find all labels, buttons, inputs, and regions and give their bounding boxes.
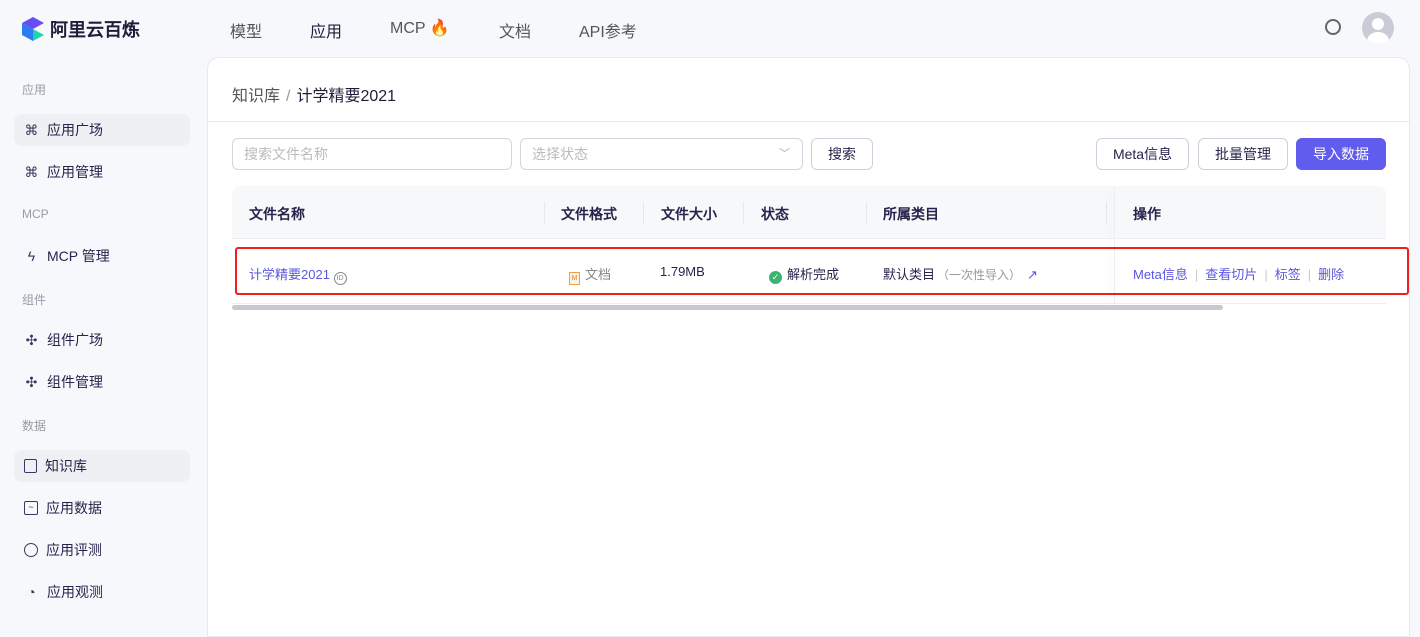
- avatar[interactable]: [1362, 12, 1394, 44]
- breadcrumb-current: 计学精要2021: [296, 88, 397, 105]
- column-header: 所属类目: [883, 206, 939, 222]
- row-divider: [232, 303, 1386, 304]
- fire-icon: 🔥: [429, 20, 450, 37]
- column-header: 状态: [761, 206, 789, 222]
- main-card: 知识库 / 计学精要2021 搜索文件名称 选择状态 ﹀ 搜索 Meta信息 批量管理…: [207, 57, 1410, 637]
- app-title: 阿里云百炼: [50, 20, 140, 40]
- sidebar-item-app-manage[interactable]: ⌘ 应用管理: [14, 156, 190, 188]
- nav-model[interactable]: 模型: [230, 18, 262, 42]
- puzzle-icon: ✣: [25, 373, 38, 390]
- sidebar-item-mcp-manage[interactable]: ϟ MCP 管理: [14, 240, 190, 272]
- batch-manage-button[interactable]: 批量管理: [1198, 138, 1288, 170]
- logo-icon: [22, 17, 44, 41]
- status-select-placeholder: 选择状态: [532, 146, 588, 162]
- column-divider: [866, 202, 867, 224]
- sidebar-item-label: 应用评测: [46, 542, 102, 558]
- logo[interactable]: 阿里云百炼: [22, 16, 140, 42]
- sidebar-item-label: 应用管理: [47, 164, 103, 180]
- column-divider: [643, 202, 644, 224]
- column-divider: [743, 202, 744, 224]
- table-header: 文件名称 文件格式 文件大小 状态 所属类目 操作: [232, 186, 1386, 239]
- highlight-box: [235, 247, 1409, 295]
- sidebar-item-label: 应用数据: [46, 500, 102, 516]
- grid-icon: ⌘: [24, 121, 39, 138]
- sidebar-item-knowledge-base[interactable]: 知识库: [14, 450, 190, 482]
- sidebar-item-label: 应用观测: [47, 584, 103, 600]
- column-header: 操作: [1133, 206, 1161, 222]
- import-data-button[interactable]: 导入数据: [1296, 138, 1386, 170]
- puzzle-icon: ✣: [25, 331, 38, 348]
- grid-icon: ⌘: [24, 163, 39, 180]
- sidebar-item-app-observe[interactable]: ◔ 应用观测: [14, 576, 190, 608]
- column-header: 文件大小: [661, 206, 717, 222]
- top-bar: 阿里云百炼 模型 应用 MCP 🔥 文档 API参考: [0, 0, 1420, 56]
- pie-chart-icon: ◔: [27, 583, 36, 600]
- column-divider: [544, 202, 545, 224]
- sidebar-item-label: 知识库: [45, 458, 87, 474]
- status-select[interactable]: 选择状态 ﹀: [520, 138, 803, 170]
- nav-api[interactable]: API参考: [579, 18, 637, 42]
- horizontal-scrollbar[interactable]: [232, 305, 1223, 310]
- divider: [208, 121, 1409, 122]
- chevron-down-icon: ﹀: [779, 148, 790, 160]
- compass-icon: [24, 543, 38, 557]
- book-icon: [24, 459, 37, 473]
- sidebar-item-label: 应用广场: [47, 122, 103, 138]
- chart-icon: ~: [24, 501, 38, 515]
- nav-mcp-label: MCP: [390, 20, 426, 37]
- sidebar-item-component-manage[interactable]: ✣ 组件管理: [14, 366, 190, 398]
- sidebar-section-app: 应用: [22, 83, 47, 97]
- sidebar-item-label: 组件广场: [47, 332, 103, 348]
- breadcrumb: 知识库 / 计学精要2021: [232, 82, 396, 106]
- sidebar-section-data: 数据: [22, 419, 47, 433]
- nav-app[interactable]: 应用: [310, 18, 342, 42]
- sidebar-item-component-plaza[interactable]: ✣ 组件广场: [14, 324, 190, 356]
- sidebar-item-app-eval[interactable]: 应用评测: [14, 534, 190, 566]
- nav-docs[interactable]: 文档: [499, 18, 531, 42]
- column-header: 文件格式: [561, 206, 617, 222]
- sidebar-section-mcp: MCP: [22, 207, 49, 221]
- gear-icon[interactable]: [1325, 19, 1341, 35]
- meta-info-button[interactable]: Meta信息: [1096, 138, 1189, 170]
- bolt-icon: ϟ: [27, 247, 36, 264]
- sidebar-item-app-data[interactable]: ~ 应用数据: [14, 492, 190, 524]
- search-button[interactable]: 搜索: [811, 138, 873, 170]
- breadcrumb-parent[interactable]: 知识库: [232, 88, 280, 105]
- nav-mcp[interactable]: MCP 🔥: [390, 18, 450, 38]
- breadcrumb-separator: /: [286, 88, 291, 105]
- sidebar-item-label: MCP 管理: [47, 248, 110, 264]
- column-divider: [1106, 202, 1107, 224]
- search-input[interactable]: 搜索文件名称: [232, 138, 512, 170]
- sidebar-section-component: 组件: [22, 293, 47, 307]
- sidebar-item-label: 组件管理: [47, 374, 103, 390]
- sidebar-item-app-plaza[interactable]: ⌘ 应用广场: [14, 114, 190, 146]
- column-header: 文件名称: [249, 206, 305, 222]
